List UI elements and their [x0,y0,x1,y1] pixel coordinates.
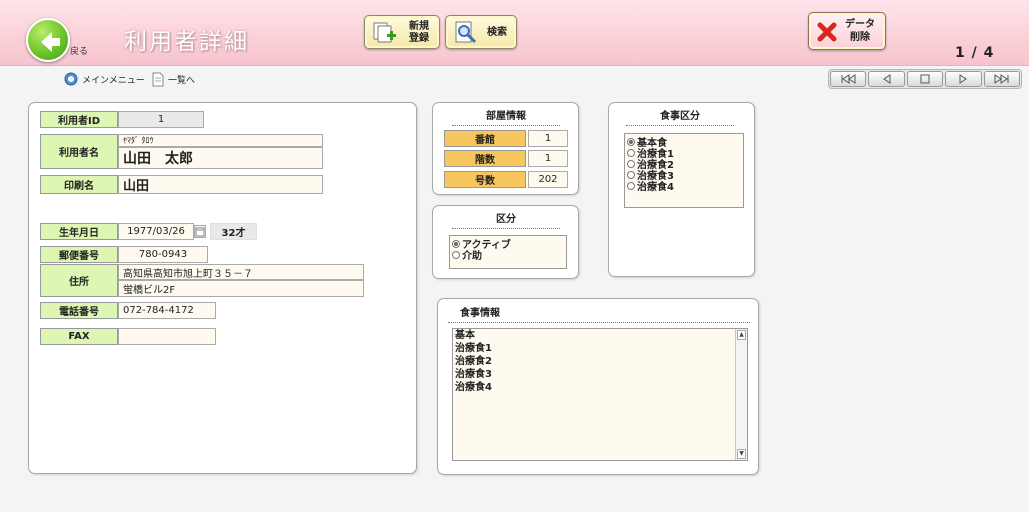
phone-label: 電話番号 [40,302,118,319]
last-record-button[interactable] [983,71,1021,87]
document-icon [152,72,164,86]
fax-label: FAX [40,328,118,345]
radio-unselected-icon [627,148,635,157]
new-button-label-2: 登録 [409,33,429,44]
first-icon [841,74,856,84]
main-menu-link[interactable]: メインメニュー [64,71,145,87]
meal-list-scrollbar[interactable]: ▲ ▼ [735,329,747,460]
zipcode-label: 郵便番号 [40,246,118,263]
address-line1-field[interactable]: 高知県高知市旭上町３５－７ [118,264,364,280]
delete-data-button[interactable]: データ 削除 [808,12,886,50]
radio-unselected-icon [627,181,635,190]
user-id-field: 1 [118,111,204,128]
search-document-icon [455,21,477,44]
room-number-label: 号数 [444,171,526,188]
address-line2-field[interactable]: 蛍橋ビル2F [118,280,364,297]
page-title: 利用者詳細 [124,29,249,55]
delete-button-label-2: 削除 [850,32,870,43]
category-option-label: 介助 [462,251,482,262]
new-register-button[interactable]: 新規 登録 [364,15,440,49]
birthdate-field[interactable]: 1977/03/26 [118,223,194,240]
list-item: 基本 [455,330,475,341]
radio-unselected-icon [452,250,460,259]
meal-type-option-label: 治療食4 [637,182,674,193]
header-bar: 戻る 利用者詳細 新規 登録 検索 データ 削除 1 / 4 [0,0,1029,66]
user-name-label: 利用者名 [40,134,118,169]
zipcode-field[interactable]: 780-0943 [118,246,208,263]
list-item: 治療食4 [455,382,492,393]
building-label: 番館 [444,130,526,147]
radio-unselected-icon [627,170,635,179]
list-item: 治療食2 [455,356,492,367]
meal-type-option[interactable]: 治療食4 [627,180,741,193]
radio-unselected-icon [627,159,635,168]
birthdate-label: 生年月日 [40,223,118,240]
delete-button-label-1: データ [845,19,875,30]
room-number-field[interactable]: 202 [528,171,568,188]
delete-x-icon [817,22,837,42]
calendar-glyph-icon [195,227,205,237]
back-button[interactable] [26,18,70,62]
meal-info-list[interactable]: 基本 治療食1 治療食2 治療食3 治療食4 ▲ ▼ [452,328,748,461]
main-menu-label: メインメニュー [82,75,145,86]
next-record-button[interactable] [945,71,982,87]
floor-label: 階数 [444,150,526,167]
print-name-label: 印刷名 [40,175,118,194]
list-item: 治療食1 [455,343,492,354]
back-arrow-icon [41,32,60,52]
scroll-down-icon[interactable]: ▼ [737,449,746,459]
square-icon [920,74,930,84]
last-icon [994,74,1009,84]
next-icon [959,74,968,84]
first-record-button[interactable] [830,71,867,87]
calendar-icon[interactable] [194,225,206,238]
radio-selected-icon [452,239,460,248]
scroll-up-icon[interactable]: ▲ [737,330,746,340]
print-name-field[interactable]: 山田 [118,175,323,194]
fax-field[interactable] [118,328,216,345]
previous-icon [882,74,891,84]
new-document-icon [373,22,396,43]
search-button-label: 検索 [487,27,507,38]
category-title: 区分 [452,210,560,229]
meal-info-title: 食事情報 [448,304,750,323]
previous-record-button[interactable] [868,71,905,87]
category-radio-group: アクティブ 介助 [449,235,567,269]
search-button[interactable]: 検索 [445,15,517,49]
list-item: 治療食3 [455,369,492,380]
address-label: 住所 [40,264,118,297]
meal-type-title: 食事区分 [626,107,734,126]
floor-field[interactable]: 1 [528,150,568,167]
room-info-title: 部屋情報 [452,107,560,126]
new-button-label-1: 新規 [409,21,429,32]
meal-type-radio-group: 基本食 治療食1 治療食2 治療食3 治療食4 [624,133,744,208]
list-label: 一覧へ [168,75,196,86]
back-label: 戻る [70,47,89,57]
globe-icon [64,72,78,86]
record-counter: 1 / 4 [955,45,995,61]
user-name-field[interactable]: 山田 太郎 [118,147,323,169]
age-field: 32才 [210,223,257,240]
radio-selected-icon [627,137,635,146]
user-name-kana-field[interactable]: ﾔﾏﾀﾞ ﾀﾛｳ [118,134,323,147]
user-id-label: 利用者ID [40,111,118,128]
record-navigation [828,69,1022,89]
phone-field[interactable]: 072-784-4172 [118,302,216,319]
building-field[interactable]: 1 [528,130,568,147]
back-to-list-link[interactable]: 一覧へ [152,71,195,87]
stop-record-button[interactable] [906,71,944,87]
